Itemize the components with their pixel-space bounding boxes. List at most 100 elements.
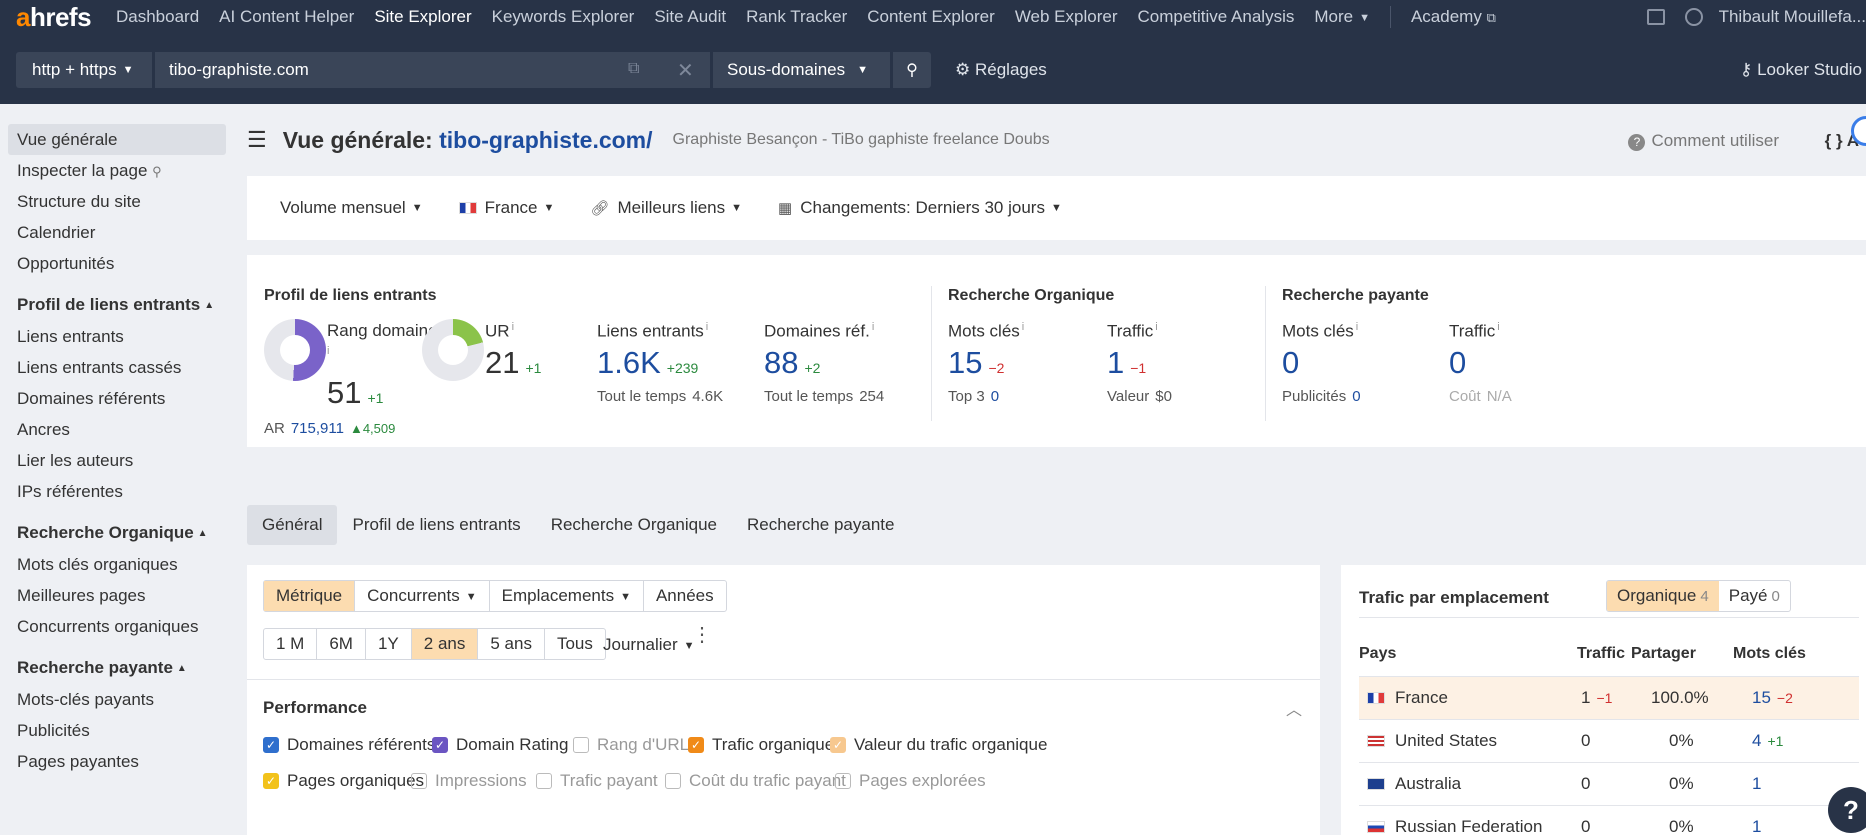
organic-keywords-value[interactable]: 15 −2 bbox=[948, 345, 1004, 381]
range-6m-button[interactable]: 6M bbox=[317, 629, 366, 659]
info-icon[interactable]: i bbox=[1022, 321, 1024, 333]
mode-select[interactable]: Sous-domaines ▼ bbox=[713, 52, 890, 88]
table-row[interactable]: United States 0 0% 4 +1 bbox=[1359, 719, 1859, 762]
mode-competitors-button[interactable]: Concurrents ▼ bbox=[355, 581, 490, 611]
sidebar-item-backlinks[interactable]: Liens entrants bbox=[8, 321, 226, 352]
checkbox-paid-traffic[interactable]: Trafic payant bbox=[536, 771, 658, 791]
sidebar-item-overview[interactable]: Vue générale bbox=[8, 124, 226, 155]
info-icon[interactable]: i bbox=[872, 321, 874, 333]
toggle-paid[interactable]: Payé 0 bbox=[1719, 581, 1790, 611]
range-5y-button[interactable]: 5 ans bbox=[478, 629, 545, 659]
info-icon[interactable]: i bbox=[512, 321, 514, 333]
search-button[interactable]: ⚲ bbox=[893, 52, 931, 88]
sidebar-item-organic-keywords[interactable]: Mots clés organiques bbox=[8, 549, 226, 580]
sidebar-item-top-pages[interactable]: Meilleures pages bbox=[8, 580, 226, 611]
clear-input-icon[interactable]: ✕ bbox=[677, 58, 694, 83]
help-chat-button[interactable]: ? bbox=[1828, 787, 1866, 833]
checkbox-organic-traffic-value[interactable]: ✓ Valeur du trafic organique bbox=[830, 735, 1047, 755]
info-icon[interactable]: i bbox=[706, 321, 708, 333]
sidebar-section-paid[interactable]: Recherche payante ▲ bbox=[17, 652, 235, 684]
nav-site-audit[interactable]: Site Audit bbox=[654, 7, 726, 27]
nav-web-explorer[interactable]: Web Explorer bbox=[1015, 7, 1118, 27]
mode-locations-button[interactable]: Emplacements ▼ bbox=[490, 581, 644, 611]
keywords-cell[interactable]: 1 bbox=[1752, 817, 1761, 835]
collapse-icon[interactable]: ︿ bbox=[1286, 696, 1302, 720]
table-row[interactable]: Australia 0 0% 1 bbox=[1359, 762, 1859, 805]
sidebar-item-site-structure[interactable]: Structure du site bbox=[8, 186, 226, 217]
paid-keywords-value[interactable]: 0 bbox=[1282, 345, 1299, 381]
sidebar-item-referring-domains[interactable]: Domaines référents bbox=[8, 383, 226, 414]
keywords-cell[interactable]: 15 −2 bbox=[1752, 688, 1793, 708]
column-traffic[interactable]: Traffic bbox=[1577, 645, 1625, 663]
user-menu[interactable]: Thibault Mouillefa... bbox=[1719, 7, 1866, 27]
nav-dashboard[interactable]: Dashboard bbox=[116, 7, 199, 27]
sidebar-item-broken-backlinks[interactable]: Liens entrants cassés bbox=[8, 352, 226, 383]
nav-ai-content-helper[interactable]: AI Content Helper bbox=[219, 7, 354, 27]
links-filter[interactable]: 🔗︎ Meilleurs liens ▼ bbox=[590, 198, 742, 218]
info-icon[interactable]: i bbox=[1356, 321, 1358, 333]
sidebar-item-link-authors[interactable]: Lier les auteurs bbox=[8, 445, 226, 476]
how-to-use-link[interactable]: ? Comment utiliser bbox=[1628, 131, 1779, 151]
info-icon[interactable]: i bbox=[1155, 321, 1157, 333]
checkbox-impressions[interactable]: Impressions bbox=[411, 771, 527, 791]
paid-traffic-value[interactable]: 0 bbox=[1449, 345, 1466, 381]
checkbox-url-rating[interactable]: Rang d'URL bbox=[573, 735, 689, 755]
ahrefs-logo[interactable]: ahrefs bbox=[16, 2, 116, 33]
nav-keywords-explorer[interactable]: Keywords Explorer bbox=[492, 7, 635, 27]
sidebar-item-opportunities[interactable]: Opportunités bbox=[8, 248, 226, 279]
sidebar-item-organic-competitors[interactable]: Concurrents organiques bbox=[8, 611, 226, 642]
ref-domains-value[interactable]: 88 +2 bbox=[764, 345, 820, 381]
changes-filter[interactable]: ▦ Changements: Derniers 30 jours ▼ bbox=[778, 198, 1062, 218]
sidebar-item-inspect-page[interactable]: Inspecter la page ⚲ bbox=[8, 155, 226, 186]
more-options-icon[interactable]: ⋮ bbox=[692, 625, 712, 645]
nav-site-explorer[interactable]: Site Explorer bbox=[374, 7, 471, 27]
column-country[interactable]: Pays bbox=[1359, 645, 1396, 663]
mode-metric-button[interactable]: Métrique bbox=[264, 581, 356, 611]
nav-content-explorer[interactable]: Content Explorer bbox=[867, 7, 995, 27]
interval-select[interactable]: Journalier ▼ bbox=[603, 635, 695, 655]
tab-organic-search[interactable]: Recherche Organique bbox=[536, 505, 732, 545]
credits-gauge-icon[interactable] bbox=[1684, 8, 1703, 26]
range-1m-button[interactable]: 1 M bbox=[264, 629, 318, 659]
page-domain-link[interactable]: tibo-graphiste.com/ bbox=[439, 127, 652, 153]
checkbox-crawled-pages[interactable]: Pages explorées bbox=[835, 771, 986, 791]
country-filter[interactable]: France ▼ bbox=[458, 198, 554, 218]
sidebar-section-backlinks[interactable]: Profil de liens entrants ▲ bbox=[17, 289, 235, 321]
open-external-icon[interactable]: ⧉ bbox=[628, 60, 639, 78]
ahrefs-rank-value[interactable]: 715,911 bbox=[291, 420, 344, 437]
nav-academy[interactable]: Academy ⧉ bbox=[1411, 7, 1496, 27]
mode-years-button[interactable]: Années bbox=[644, 581, 726, 611]
volume-filter[interactable]: Volume mensuel ▼ bbox=[280, 198, 423, 218]
nav-more-menu[interactable]: More ▼ bbox=[1314, 7, 1370, 27]
sidebar-item-anchors[interactable]: Ancres bbox=[8, 414, 226, 445]
checkbox-organic-traffic[interactable]: ✓ Trafic organique bbox=[688, 735, 834, 755]
tab-paid-search[interactable]: Recherche payante bbox=[732, 505, 909, 545]
menu-toggle-icon[interactable]: ☰ bbox=[247, 127, 267, 153]
target-url-input[interactable] bbox=[155, 52, 710, 88]
checkbox-organic-pages[interactable]: ✓ Pages organiques bbox=[263, 771, 424, 791]
looker-studio-link[interactable]: ⚷ Looker Studio bbox=[1740, 60, 1862, 80]
sidebar-section-organic[interactable]: Recherche Organique ▲ bbox=[17, 517, 235, 549]
organic-traffic-value[interactable]: 1 −1 bbox=[1107, 345, 1146, 381]
column-share[interactable]: Partager bbox=[1631, 645, 1696, 663]
checkbox-referring-domains[interactable]: ✓ Domaines référents bbox=[263, 735, 435, 755]
table-row[interactable]: France 1 −1 100.0% 15 −2 bbox=[1359, 676, 1859, 719]
keywords-cell[interactable]: 1 bbox=[1752, 774, 1761, 794]
keywords-cell[interactable]: 4 +1 bbox=[1752, 731, 1783, 751]
range-all-button[interactable]: Tous bbox=[545, 629, 605, 659]
sidebar-item-paid-pages[interactable]: Pages payantes bbox=[8, 746, 226, 777]
toggle-organic[interactable]: Organique 4 bbox=[1607, 581, 1719, 611]
nav-competitive-analysis[interactable]: Competitive Analysis bbox=[1138, 7, 1295, 27]
nav-rank-tracker[interactable]: Rank Tracker bbox=[746, 7, 847, 27]
column-keywords[interactable]: Mots clés bbox=[1733, 645, 1806, 663]
protocol-select[interactable]: http + https ▼ bbox=[16, 52, 152, 88]
sidebar-item-ads[interactable]: Publicités bbox=[8, 715, 226, 746]
checkbox-domain-rating[interactable]: ✓ Domain Rating bbox=[432, 735, 568, 755]
tab-general[interactable]: Général bbox=[247, 505, 338, 545]
range-1y-button[interactable]: 1Y bbox=[366, 629, 412, 659]
settings-button[interactable]: ⚙ Réglages bbox=[955, 60, 1047, 80]
table-row[interactable]: Russian Federation 0 0% 1 bbox=[1359, 805, 1859, 835]
inbox-icon[interactable] bbox=[1646, 9, 1665, 25]
range-2y-button[interactable]: 2 ans bbox=[411, 629, 479, 659]
sidebar-item-referring-ips[interactable]: IPs référentes bbox=[8, 476, 226, 507]
